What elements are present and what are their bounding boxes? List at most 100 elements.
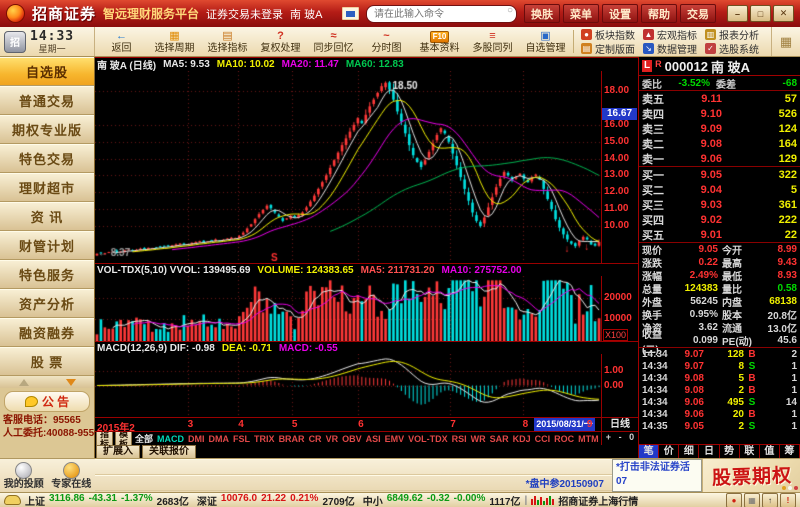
- watchlist-manage-icon: ▣: [540, 29, 550, 43]
- quote-tab-势[interactable]: 势: [720, 445, 740, 458]
- sidebar-item-9[interactable]: 融资融券: [0, 318, 94, 347]
- monitor-icon: [342, 7, 359, 20]
- indicator-tab-MACD[interactable]: MACD: [155, 434, 186, 444]
- quote-header: L R 000012 南 玻A: [639, 57, 800, 76]
- indicator-tab-EMV[interactable]: EMV: [383, 434, 407, 444]
- announcement-button[interactable]: 公 告: [4, 391, 90, 412]
- quote-tab-笔[interactable]: 笔: [639, 445, 659, 458]
- expert-online-button[interactable]: 专家在线: [51, 462, 91, 490]
- chart-zoom-0[interactable]: 0: [629, 432, 634, 442]
- sidebar-item-0[interactable]: 自选股: [0, 57, 94, 86]
- grid-cursor-icon[interactable]: ▦: [771, 27, 800, 56]
- titlebar-button-4[interactable]: 交易: [680, 4, 716, 23]
- notice-link-1[interactable]: *打击非法证券活: [616, 461, 698, 475]
- maximize-button[interactable]: □: [750, 5, 771, 22]
- indicator-tab-FSL[interactable]: FSL: [231, 434, 252, 444]
- quote-tab-值[interactable]: 值: [760, 445, 780, 458]
- indicator-tab-CR[interactable]: CR: [307, 434, 324, 444]
- indicator-all[interactable]: 全部: [133, 432, 155, 445]
- market-note-link[interactable]: *盘中参20150907: [526, 475, 604, 490]
- indicator-tab-VOL-TDX[interactable]: VOL-TDX: [406, 434, 450, 444]
- candlestick-chart-canvas[interactable]: [95, 71, 601, 263]
- panel-icon[interactable]: ▦: [744, 493, 760, 507]
- indicator-tab-DMA[interactable]: DMA: [207, 434, 232, 444]
- titlebar-button-3[interactable]: 帮助: [641, 4, 677, 23]
- chart-zoom--[interactable]: -: [619, 432, 622, 442]
- indicator-tab-VR[interactable]: VR: [324, 434, 341, 444]
- toolbar-sync-recall-button[interactable]: ≈同步回忆: [307, 27, 360, 56]
- scroll-up-icon[interactable]: [19, 379, 29, 386]
- close-button[interactable]: ✕: [773, 5, 794, 22]
- indicator-tab-TRIX[interactable]: TRIX: [252, 434, 277, 444]
- indicator-tab-CCI[interactable]: CCI: [533, 434, 553, 444]
- stock-options-promo[interactable]: 股票期权: [702, 459, 800, 492]
- indicator-tab-OBV[interactable]: OBV: [340, 434, 364, 444]
- toolbar-multi-stock-button[interactable]: ≡多股同列: [466, 27, 519, 56]
- indicator-tab-ASI[interactable]: ASI: [364, 434, 383, 444]
- sidebar-item-7[interactable]: 特色服务: [0, 260, 94, 289]
- sidebar-scroll-arrows: [0, 376, 94, 388]
- toolbar-adjust-rights-button[interactable]: ?复权处理: [254, 27, 307, 56]
- titlebar-button-0[interactable]: 换肤: [524, 4, 560, 23]
- indicator-tab-MTM[interactable]: MTM: [576, 434, 601, 444]
- command-input[interactable]: [366, 5, 517, 23]
- indicator-tab-SAR[interactable]: SAR: [488, 434, 511, 444]
- extension-tab-1[interactable]: 关联报价: [142, 445, 196, 458]
- quote-tab-日[interactable]: 日: [699, 445, 719, 458]
- sidebar-item-2[interactable]: 期权专业版: [0, 115, 94, 144]
- toolbar-data-manage-button[interactable]: ↘数据管理: [643, 42, 697, 56]
- indicator-panel-button-1[interactable]: 模板: [115, 431, 132, 445]
- toolbar-watchlist-manage-button[interactable]: ▣自选管理: [519, 27, 572, 56]
- quote-tab-筹[interactable]: 筹: [780, 445, 800, 458]
- sidebar-item-5[interactable]: 资 讯: [0, 202, 94, 231]
- minimize-button[interactable]: –: [727, 5, 748, 22]
- toolbar-macro-indicator-button[interactable]: ▲宏观指标: [643, 28, 697, 42]
- quote-tab-细[interactable]: 细: [679, 445, 699, 458]
- quote-source: 招商证券上海行情: [558, 493, 638, 507]
- hat-icon[interactable]: [4, 495, 21, 505]
- toolbar-select-period-button[interactable]: ▦选择周期: [148, 27, 201, 56]
- sidebar-item-10[interactable]: 股 票: [0, 347, 94, 376]
- macd-axis-label: 0.00: [604, 381, 623, 391]
- macd-header: MACD(12,26,9) DIF: -0.98DEA: -0.71MACD: …: [97, 343, 338, 354]
- scroll-down-icon[interactable]: [66, 379, 76, 386]
- indicator-tab-WR[interactable]: WR: [469, 434, 488, 444]
- quote-tab-联[interactable]: 联: [740, 445, 760, 458]
- titlebar-button-1[interactable]: 菜单: [563, 4, 599, 23]
- toolbar-back-button[interactable]: ←返回: [95, 27, 148, 56]
- up-icon[interactable]: ↑: [762, 493, 778, 507]
- my-advisor-button[interactable]: 我的投顾: [4, 462, 44, 490]
- advisor-area: 我的投顾 专家在线: [0, 459, 95, 492]
- titlebar-button-2[interactable]: 设置: [602, 4, 638, 23]
- period-box[interactable]: 日线: [602, 418, 638, 431]
- sidebar-item-8[interactable]: 资产分析: [0, 289, 94, 318]
- toolbar-stock-picker-button[interactable]: ✓选股系统: [705, 42, 759, 56]
- ask-row: 卖二9.08164: [639, 136, 800, 151]
- indicator-tab-ROC[interactable]: ROC: [552, 434, 576, 444]
- toolbar-custom-layout-button[interactable]: ▤定制版面: [581, 42, 635, 56]
- quote-tab-价[interactable]: 价: [659, 445, 679, 458]
- chart-zoom-+[interactable]: +: [606, 432, 611, 442]
- indicator-tab-BRAR[interactable]: BRAR: [277, 434, 307, 444]
- toolbar-f10-info-button[interactable]: F10基本资料: [413, 27, 466, 56]
- sidebar-item-1[interactable]: 普通交易: [0, 86, 94, 115]
- sidebar-item-6[interactable]: 财管计划: [0, 231, 94, 260]
- indicator-tab-KDJ[interactable]: KDJ: [511, 434, 533, 444]
- volume-chart-canvas[interactable]: [95, 276, 601, 341]
- sidebar-item-4[interactable]: 理财超市: [0, 173, 94, 202]
- indicator-panel-button-0[interactable]: 指标: [96, 431, 113, 445]
- warning-icon[interactable]: !: [780, 493, 796, 507]
- extension-tab-0[interactable]: 扩展入: [96, 445, 140, 458]
- toolbar-sector-index-button[interactable]: ●板块指数: [581, 28, 635, 42]
- sector-index-icon: ●: [581, 29, 592, 40]
- toolbar-select-indicator-button[interactable]: ▤选择指标: [201, 27, 254, 56]
- macd-chart-canvas[interactable]: [95, 354, 601, 417]
- alert-icon[interactable]: ●: [726, 493, 742, 507]
- tick-row: 14:349.082B1: [639, 384, 800, 396]
- indicator-tab-DMI[interactable]: DMI: [186, 434, 207, 444]
- notice-link-2[interactable]: 07: [616, 475, 698, 489]
- sidebar-item-3[interactable]: 特色交易: [0, 144, 94, 173]
- toolbar-report-analysis-button[interactable]: ▥报表分析: [705, 28, 759, 42]
- toolbar-intraday-chart-button[interactable]: ~分时图: [360, 27, 413, 56]
- indicator-tab-RSI[interactable]: RSI: [450, 434, 469, 444]
